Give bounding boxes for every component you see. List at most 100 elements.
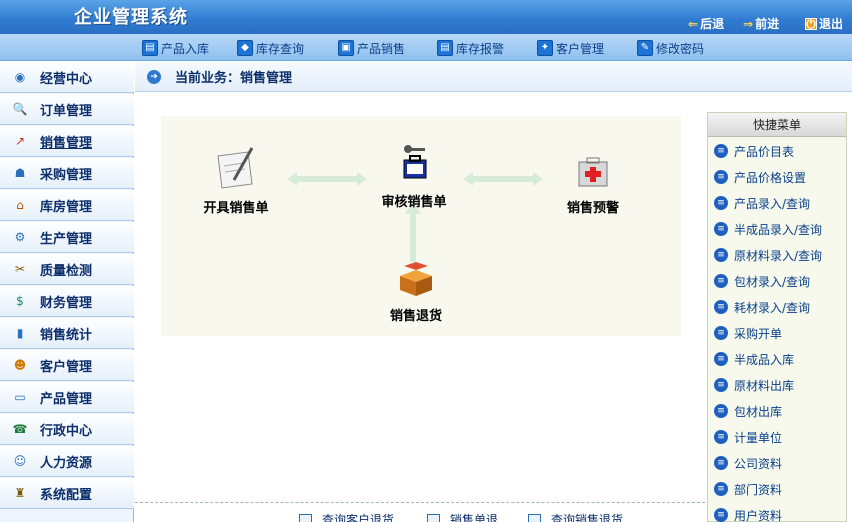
quick-menu-item[interactable]: ≡ 产品录入/查询 [714,193,810,213]
sidebar-item-hr[interactable]: ☺ 人力资源 [0,446,134,477]
create-sales-order-node[interactable]: 开具销售单 [193,146,279,216]
toolbar-inventory-query[interactable]: ◆ 库存查询 [237,39,304,57]
sidebar-item-orders[interactable]: 🔍 订单管理 [0,94,134,125]
sidebar-item-warehouse[interactable]: ⌂ 库房管理 [0,190,134,221]
app-window: 企业管理系统 ⇐ 后退 ⇒ 前进 ⏻ 退出 ▤ 产品入库 ◆ 库存查询 ▣ 产品… [0,0,852,522]
briefcase-key-icon [403,145,427,179]
finance-icon: $ [16,294,24,308]
bullet-icon: ≡ [714,326,728,340]
bullet-icon: ≡ [714,508,728,522]
quick-menu-item[interactable]: ≡ 采购开单 [714,323,782,343]
quick-menu-label: 部门资料 [734,482,783,497]
back-arrow-icon: ⇐ [688,17,699,31]
quick-menu-label: 公司资料 [734,456,783,471]
back-label: 后退 [700,17,725,31]
flow-label: 开具销售单 [203,201,269,216]
sidebar-item-finance[interactable]: $ 财务管理 [0,286,134,317]
toolbar: ▤ 产品入库 ◆ 库存查询 ▣ 产品销售 ▤ 库存报警 ✦ 客户管理 ✎ 修改密… [0,34,852,61]
sidebar-item-settings[interactable]: ♜ 系统配置 [0,478,134,509]
sidebar-item-label: 产品管理 [40,391,93,407]
bullet-icon: ≡ [714,300,728,314]
settings-icon: ♜ [14,486,26,500]
forward-button[interactable]: ⇒ 前进 [743,16,779,32]
sidebar-item-label: 财务管理 [40,295,93,311]
quick-menu-label: 包材录入/查询 [734,274,811,289]
bullet-icon: ≡ [714,274,728,288]
quick-menu: 快捷菜单 ≡ 产品价目表 ≡ 产品价格设置 ≡ 产品录入/查询 ≡ 半成品录入/查询 ≡… [707,112,847,522]
purchase-icon: ☗ [14,166,26,180]
bullet-icon: ≡ [714,170,728,184]
operations-icon: ◉ [14,70,26,84]
sidebar-item-customers[interactable]: ☻ 客户管理 [0,350,134,381]
bullet-icon: ≡ [714,222,728,236]
bullet-icon: ≡ [714,378,728,392]
sidebar-item-statistics[interactable]: ▮ 销售统计 [0,318,134,349]
sidebar-item-admin[interactable]: ☎ 行政中心 [0,414,134,445]
sidebar-item-products[interactable]: ▭ 产品管理 [0,382,134,413]
forward-arrow-icon: ⇒ [743,17,754,31]
quick-menu-item[interactable]: ≡ 部门资料 [714,479,782,499]
quick-menu-label: 计量单位 [734,430,783,445]
sidebar: ◉ 经营中心 🔍 订单管理 ↗ 销售管理 ☗ 采购管理 ⌂ 库房管理 ⚙ 生产管… [0,62,134,522]
password-icon: ✎ [637,40,653,56]
toolbar-product-sales[interactable]: ▣ 产品销售 [338,39,405,57]
exit-button[interactable]: ⏻ 退出 [805,16,843,32]
bottom-link-label: 销售单退 [450,512,499,522]
quick-menu-title: 快捷菜单 [708,113,846,137]
window-icon [299,513,312,522]
bullet-icon: ≡ [714,430,728,444]
quick-menu-item[interactable]: ≡ 原材料出库 [714,375,794,395]
quick-menu-item[interactable]: ≡ 半成品入库 [714,349,794,369]
sidebar-item-label: 采购管理 [40,167,93,183]
quick-menu-item[interactable]: ≡ 计量单位 [714,427,782,447]
warehouse-icon: ⌂ [16,198,24,212]
quick-menu-item[interactable]: ≡ 原材料录入/查询 [714,245,822,265]
toolbar-label: 产品销售 [357,41,406,56]
sales-alert-node[interactable]: 销售预警 [553,154,633,216]
sidebar-item-operations[interactable]: ◉ 经营中心 [0,62,134,93]
quick-menu-item[interactable]: ≡ 耗材录入/查询 [714,297,810,317]
toolbar-product-in[interactable]: ▤ 产品入库 [142,39,209,57]
quick-menu-label: 采购开单 [734,326,783,341]
up-arrow-icon [405,202,421,262]
sidebar-item-label: 人力资源 [40,455,93,471]
sales-return-node[interactable]: 销售退货 [373,262,459,324]
quick-menu-item[interactable]: ≡ 产品价格设置 [714,167,806,187]
customer-icon: ☻ [13,358,27,372]
quick-menu-item[interactable]: ≡ 用户资料 [714,505,782,522]
review-sales-order-node[interactable]: 审核销售单 [371,144,457,210]
sidebar-item-purchase[interactable]: ☗ 采购管理 [0,158,134,189]
flow-label: 销售退货 [389,309,442,324]
sidebar-item-label: 销售管理 [40,135,93,151]
toolbar-customer-management[interactable]: ✦ 客户管理 [537,39,604,57]
exit-icon: ⏻ [805,17,817,31]
toolbar-label: 修改密码 [656,41,705,56]
bottom-link-sales-returns[interactable]: 查询销售退货 [528,511,623,522]
quick-menu-item[interactable]: ≡ 包材录入/查询 [714,271,810,291]
bottom-link-customer-returns[interactable]: 查询客户退货 [299,511,394,522]
exit-label: 退出 [819,17,844,31]
sales-chart-icon: ↗ [14,134,26,148]
sidebar-item-label: 客户管理 [40,359,93,375]
bottom-link-sales-order[interactable]: 销售单退 [427,511,498,522]
sidebar-item-production[interactable]: ⚙ 生产管理 [0,222,134,253]
inventory-alert-icon: ▤ [437,40,453,56]
sidebar-item-label: 行政中心 [40,423,93,439]
hr-icon: ☺ [13,454,27,468]
quick-menu-item[interactable]: ≡ 公司资料 [714,453,782,473]
toolbar-change-password[interactable]: ✎ 修改密码 [637,39,704,57]
product-in-icon: ▤ [142,40,158,56]
breadcrumb-text: 当前业务：销售管理 [175,71,293,86]
sidebar-item-quality[interactable]: ✂ 质量检测 [0,254,134,285]
toolbar-inventory-alert[interactable]: ▤ 库存报警 [437,39,504,57]
sidebar-item-label: 生产管理 [40,231,93,247]
sidebar-item-label: 经营中心 [40,71,93,87]
sidebar-item-sales[interactable]: ↗ 销售管理 [0,126,134,157]
quick-menu-item[interactable]: ≡ 包材出库 [714,401,782,421]
customer-icon: ✦ [537,40,553,56]
bullet-icon: ≡ [714,404,728,418]
statistics-icon: ▮ [16,326,24,340]
quick-menu-item[interactable]: ≡ 产品价目表 [714,141,794,161]
back-button[interactable]: ⇐ 后退 [688,16,724,32]
quick-menu-item[interactable]: ≡ 半成品录入/查询 [714,219,822,239]
